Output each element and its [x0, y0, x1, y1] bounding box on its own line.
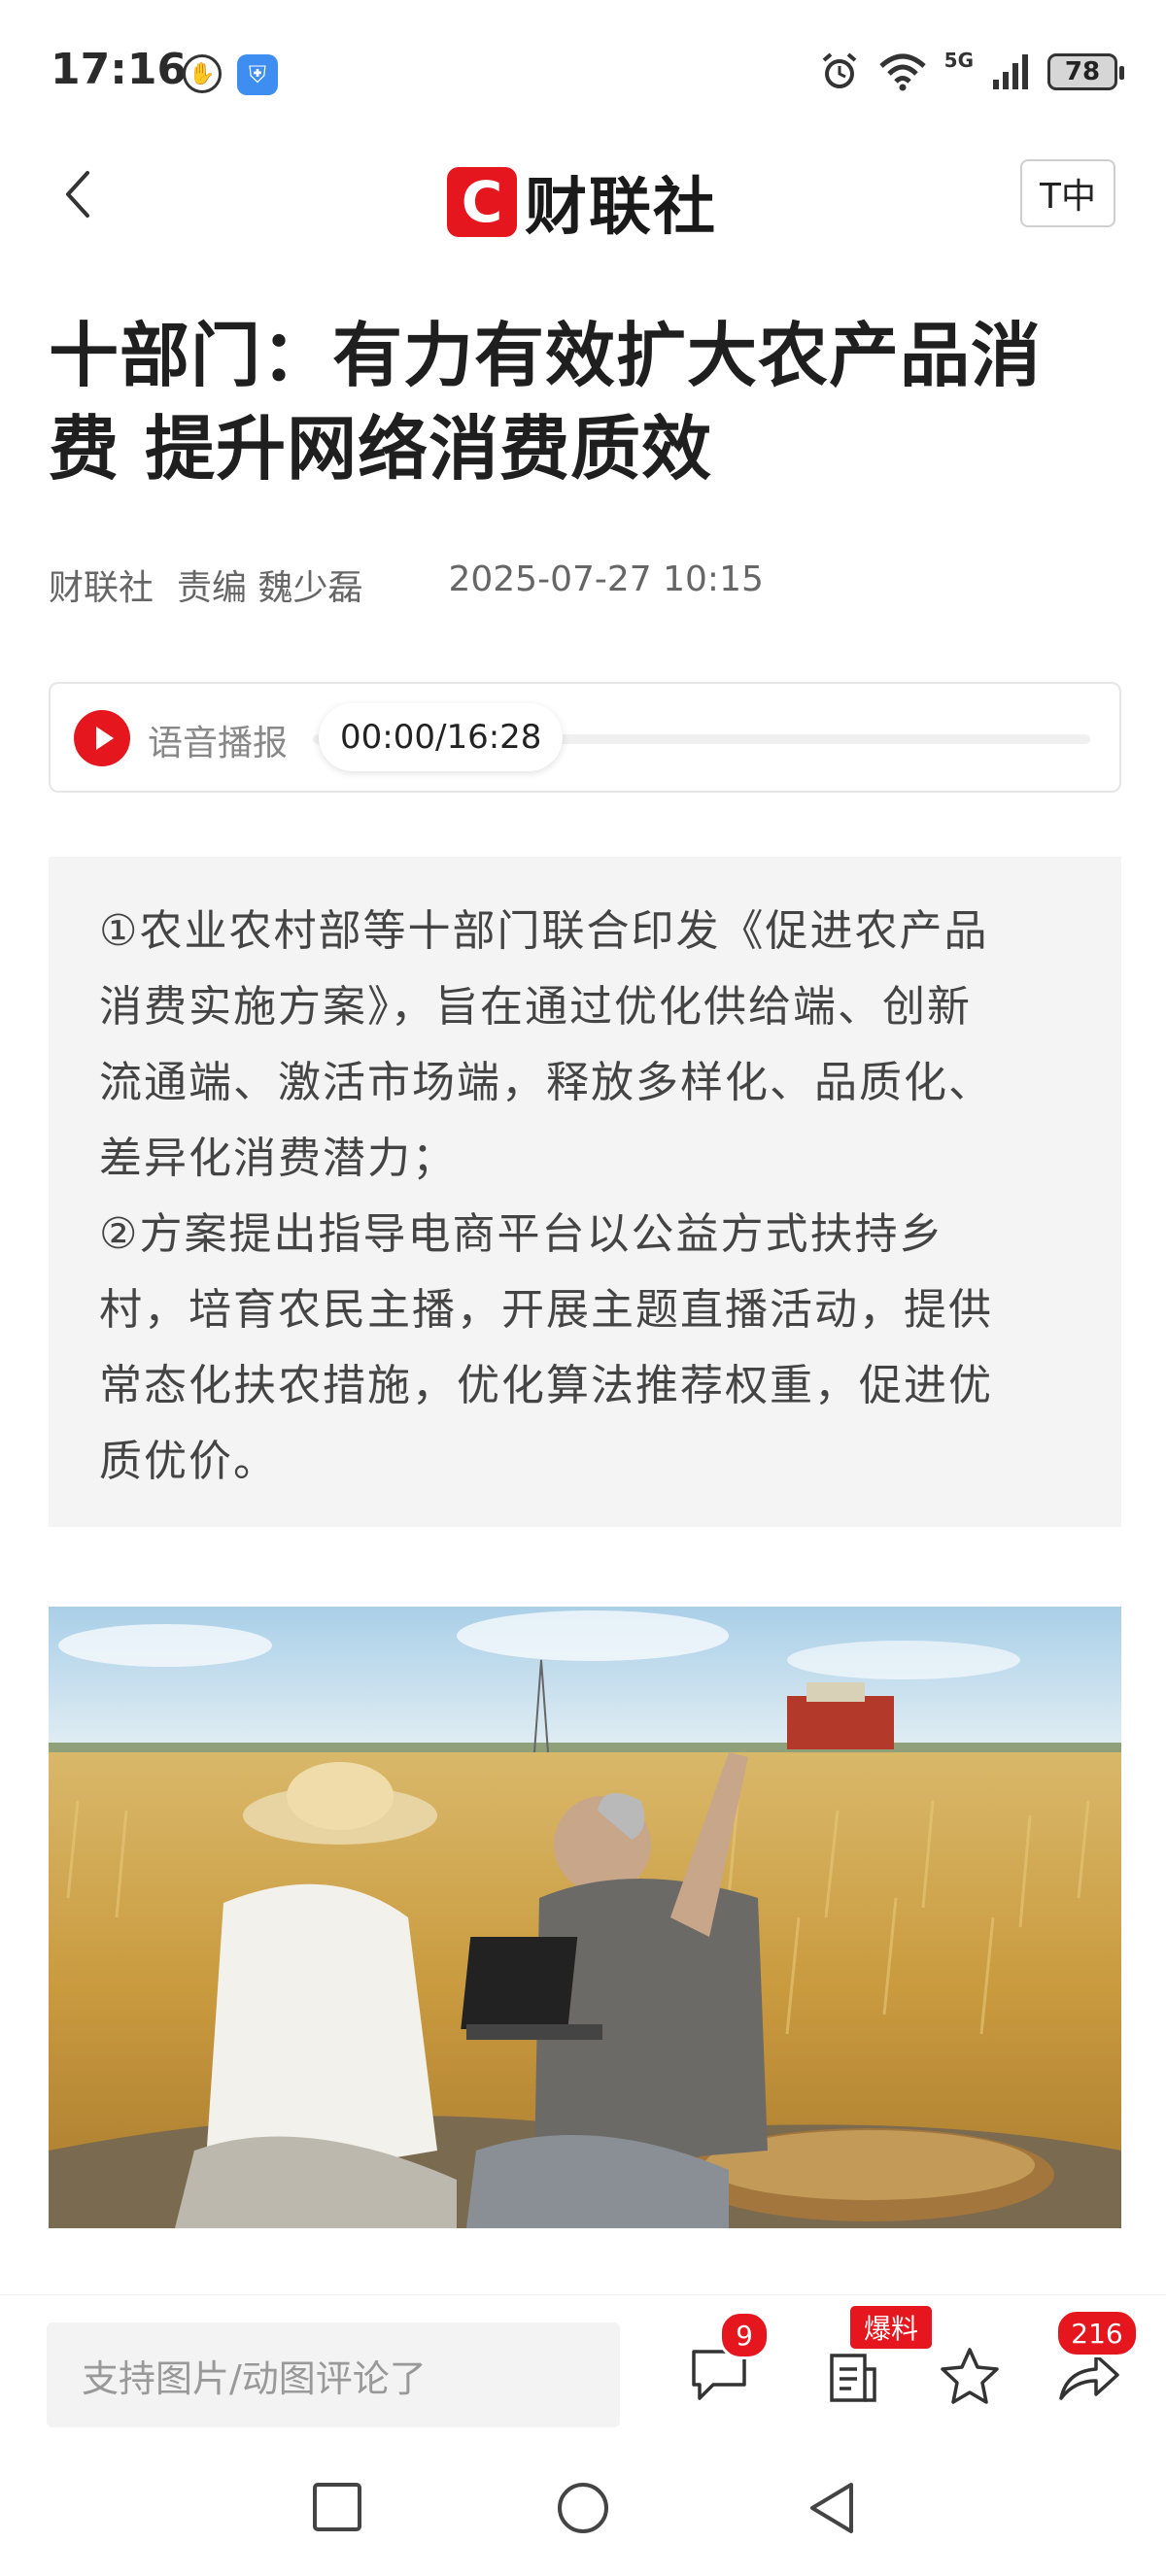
triangle-back-icon — [810, 2483, 853, 2533]
summary-line: 差异化消费潜力； — [99, 1134, 457, 1183]
app-logo: C 财联社 — [447, 157, 717, 247]
wifi-icon — [878, 53, 926, 91]
summary-line: 质优价。 — [99, 1437, 278, 1486]
report-badge: 爆料 — [847, 2303, 935, 2352]
status-left-icons: ✋ ⛨ — [183, 54, 278, 95]
square-icon — [313, 2483, 361, 2531]
chevron-left-icon — [66, 171, 89, 218]
bottom-action-bar: 支持图片/动图评论了 9 爆料 216 — [0, 2294, 1166, 2441]
status-right-icons: 5G 78 — [818, 49, 1124, 93]
document-icon — [830, 2354, 876, 2402]
app-shield-icon: ⛨ — [237, 54, 278, 95]
logo-text: 财联社 — [525, 172, 717, 244]
back-nav-button[interactable] — [806, 2481, 857, 2539]
comment-input[interactable]: 支持图片/动图评论了 — [47, 2322, 620, 2427]
share-button[interactable]: 216 — [1055, 2309, 1139, 2410]
home-button[interactable] — [556, 2481, 610, 2539]
hand-icon: ✋ — [183, 54, 222, 93]
alarm-icon — [822, 52, 856, 88]
comments-button[interactable]: 9 — [688, 2311, 770, 2408]
back-button[interactable] — [51, 167, 105, 221]
status-time: 17:16 — [51, 45, 188, 94]
network-label: 5G — [943, 49, 974, 72]
favorite-button[interactable] — [939, 2346, 1001, 2410]
article-datetime: 2025-07-27 10:15 — [448, 559, 764, 599]
article-editor: 责编 魏少磊 — [177, 568, 363, 608]
battery-icon: 78 — [1047, 53, 1124, 90]
share-count-badge: 216 — [1055, 2309, 1139, 2357]
article-meta: 财联社 责编 魏少磊 2025-07-27 10:15 — [49, 559, 764, 610]
summary-line: 村，培育农民主播，开展主题直播活动，提供 — [99, 1285, 993, 1335]
system-nav-bar — [0, 2440, 1166, 2576]
signal-icon — [993, 54, 1028, 89]
audio-label: 语音播报 — [148, 724, 289, 763]
article-title-line-1: 十部门：有力有效扩大农产品消 — [49, 315, 1043, 396]
play-button[interactable] — [74, 710, 130, 766]
circle-icon — [558, 2483, 608, 2533]
summary-line: 流通端、激活市场端，释放多样化、品质化、 — [99, 1058, 993, 1107]
article-title: 十部门：有力有效扩大农产品消 费 提升网络消费质效 — [49, 309, 1127, 495]
article-image[interactable] — [49, 1607, 1121, 2228]
recent-apps-button[interactable] — [311, 2481, 363, 2537]
font-size-button[interactable]: T中 — [1020, 159, 1115, 227]
summary-line: ①农业农村部等十部门联合印发《促进农产品 — [99, 906, 989, 956]
audio-player: 语音播报 00:00/16:28 — [49, 682, 1121, 793]
report-button[interactable]: 爆料 — [824, 2303, 935, 2410]
logo-mark: C — [447, 167, 517, 237]
comment-count-badge: 9 — [719, 2311, 770, 2359]
wheat-field-farmers-illustration — [49, 1607, 1121, 2228]
battery-level: 78 — [1064, 57, 1101, 86]
status-bar: 17:16 ✋ ⛨ 5G 78 — [0, 0, 1166, 136]
audio-time-handle[interactable]: 00:00/16:28 — [319, 703, 564, 771]
article-title-line-2: 费 提升网络消费质效 — [49, 408, 713, 490]
summary-line: 消费实施方案》，旨在通过优化供给端、创新 — [99, 982, 972, 1032]
article-summary: ①农业农村部等十部门联合印发《促进农产品 消费实施方案》，旨在通过优化供给端、创… — [49, 857, 1121, 1527]
summary-line: ②方案提出指导电商平台以公益方式扶持乡 — [99, 1209, 944, 1259]
summary-line: 常态化扶农措施，优化算法推荐权重，促进优 — [99, 1361, 993, 1410]
article-source: 财联社 — [49, 568, 154, 608]
star-icon — [941, 2348, 999, 2404]
app-header: C 财联社 T中 — [0, 146, 1166, 253]
